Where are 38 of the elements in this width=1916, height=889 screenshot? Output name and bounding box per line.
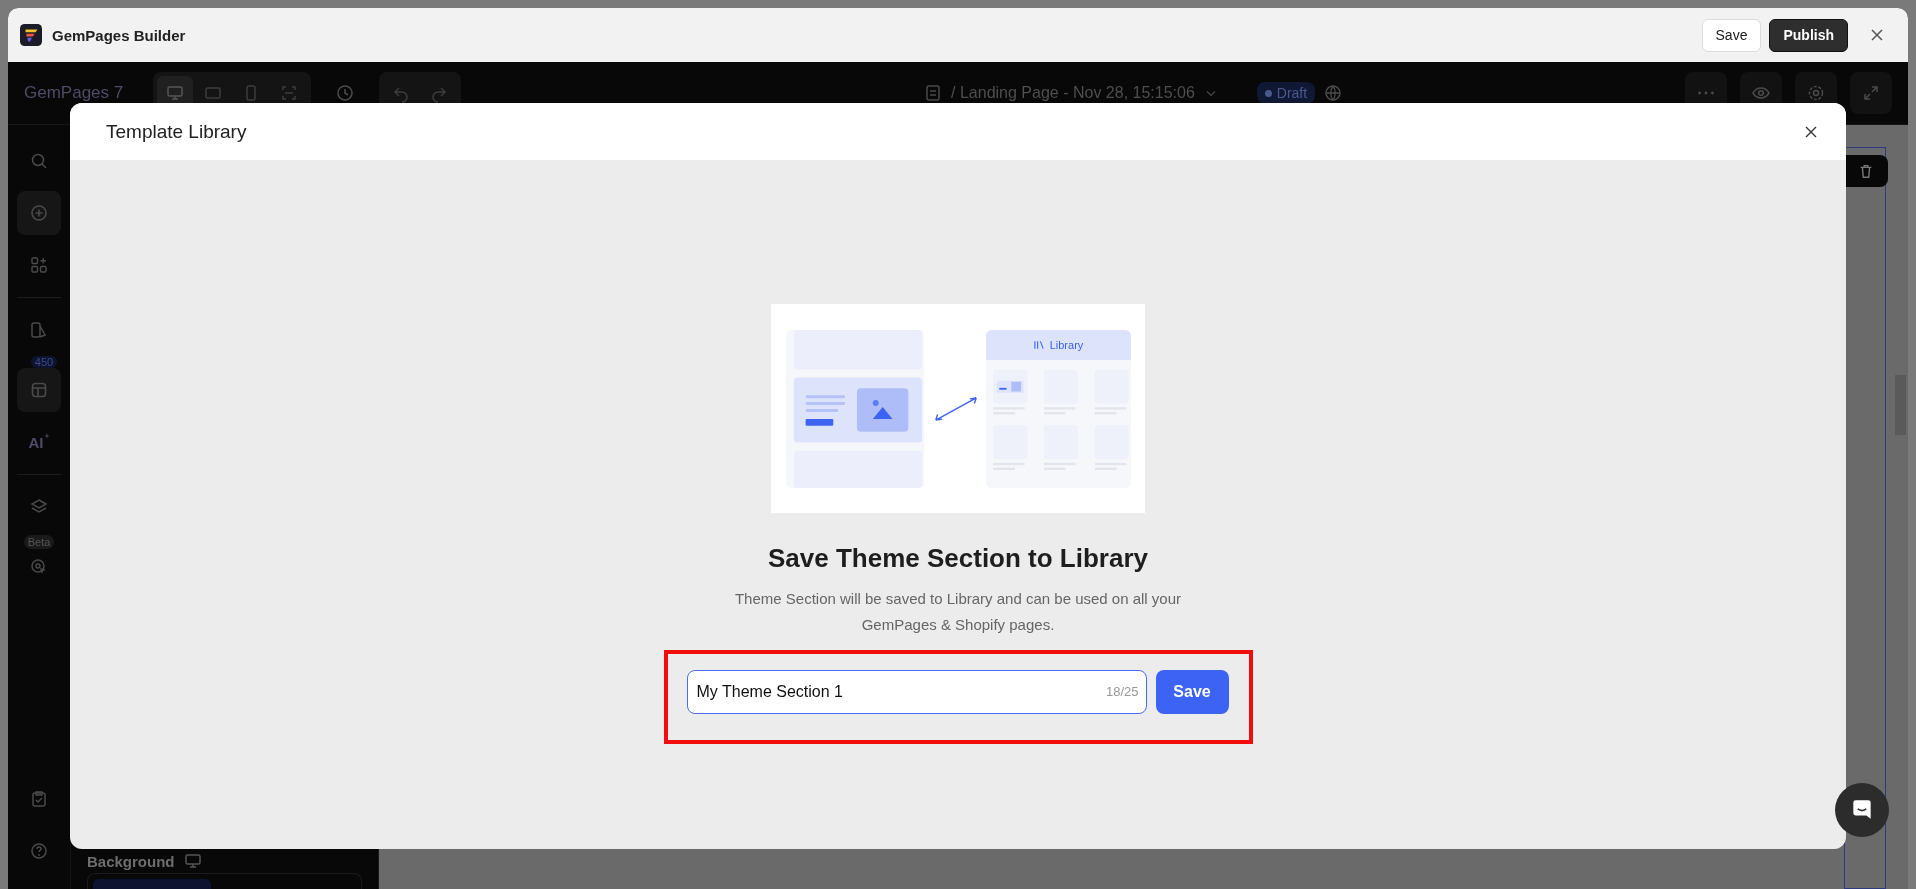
panel-heading: Background xyxy=(87,852,175,870)
add-icon xyxy=(29,203,49,223)
pages-icon xyxy=(29,320,49,340)
library-label: Library xyxy=(1049,338,1084,351)
desktop-icon xyxy=(165,83,186,103)
window-title: GemPages Builder xyxy=(52,26,186,44)
expand-icon xyxy=(1861,83,1881,103)
books-icon xyxy=(1033,339,1045,350)
desktop-icon xyxy=(184,854,201,868)
publish-button[interactable]: Publish xyxy=(1769,18,1848,52)
scrollbar[interactable] xyxy=(1892,125,1908,889)
more-icon xyxy=(1698,91,1714,95)
character-counter: 18/25 xyxy=(1105,684,1139,699)
sidebar-button[interactable] xyxy=(17,368,61,412)
app-logo-icon xyxy=(20,24,42,46)
close-icon[interactable] xyxy=(1804,124,1818,139)
clipboard-check-icon xyxy=(29,789,49,809)
count-badge: 450 xyxy=(30,356,58,368)
sidebar-button[interactable] xyxy=(17,191,61,235)
double-arrow-icon xyxy=(932,394,979,423)
templates-icon xyxy=(29,380,49,400)
status-badge: Draft xyxy=(1256,82,1316,104)
fullscreen-button[interactable] xyxy=(1850,72,1892,114)
globe-icon[interactable] xyxy=(1323,83,1344,103)
sparkle-icon xyxy=(43,433,50,439)
beta-badge: Beta xyxy=(23,535,55,549)
close-icon[interactable] xyxy=(1870,28,1884,42)
dialog-heading: Save Theme Section to Library xyxy=(768,543,1148,574)
dialog-description: Theme Section will be saved to Library and can be used on all your GemPages & Shopify pages. xyxy=(733,589,1183,635)
save-button[interactable]: Save xyxy=(1701,18,1762,52)
help-icon xyxy=(29,841,49,861)
history-icon[interactable] xyxy=(335,83,356,103)
brand-name: GemPages 7 xyxy=(24,83,124,103)
apps-icon xyxy=(29,255,49,275)
search-icon xyxy=(29,151,49,171)
dialog-title: Template Library xyxy=(106,120,248,143)
save-button[interactable]: Save xyxy=(1155,670,1229,714)
settings-icon xyxy=(1806,83,1826,103)
